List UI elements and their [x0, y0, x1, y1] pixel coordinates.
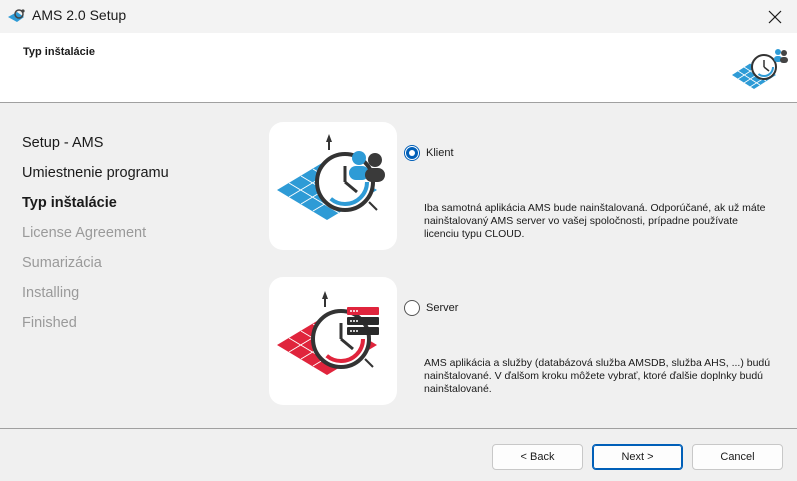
klient-illustration-card	[269, 122, 397, 250]
klient-radio[interactable]	[404, 145, 420, 161]
close-button[interactable]	[752, 0, 797, 33]
step-typ-instalacie: Typ inštalácie	[22, 195, 117, 211]
klient-description: Iba samotná aplikácia AMS bude nainštalo…	[424, 202, 766, 240]
server-label[interactable]: Server	[426, 302, 458, 314]
title-bar: AMS 2.0 Setup	[0, 0, 797, 33]
cancel-button[interactable]: Cancel	[692, 444, 783, 470]
step-finished: Finished	[22, 315, 77, 331]
window-title: AMS 2.0 Setup	[32, 7, 127, 23]
step-umiestnenie-programu: Umiestnenie programu	[22, 165, 169, 181]
page-title: Typ inštalácie	[23, 46, 95, 58]
wizard-header: Typ inštalácie	[0, 33, 797, 103]
close-icon	[768, 10, 781, 23]
ams-server-illustration-icon	[277, 291, 379, 375]
next-button[interactable]: Next >	[592, 444, 683, 470]
ams-client-illustration-icon	[277, 134, 385, 220]
step-installing: Installing	[22, 285, 80, 301]
klient-label[interactable]: Klient	[426, 147, 454, 159]
server-radio[interactable]	[404, 300, 420, 316]
server-description: AMS aplikácia a služby (databázová služb…	[424, 357, 771, 395]
footer-divider	[0, 428, 797, 429]
wizard-steps: Setup - AMS Umiestnenie programu Typ inš…	[22, 133, 169, 343]
ams-logo-icon	[732, 49, 788, 89]
step-sumarizacia: Sumarizácia	[22, 255, 102, 271]
server-illustration-card	[269, 277, 397, 405]
step-license-agreement: License Agreement	[22, 225, 147, 241]
step-setup-ams: Setup - AMS	[22, 135, 104, 151]
ams-app-icon	[8, 9, 25, 22]
back-button[interactable]: < Back	[492, 444, 583, 470]
